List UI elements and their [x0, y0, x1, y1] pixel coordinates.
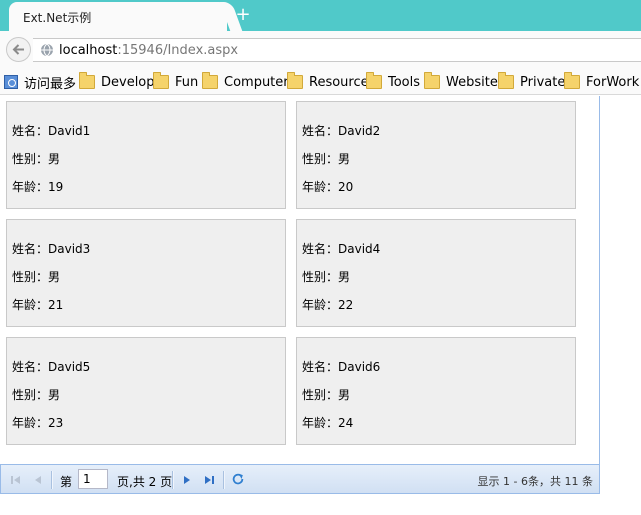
person-name: 姓名：David3: [12, 242, 91, 256]
navigation-bar: localhost:15946/Index.aspx: [0, 31, 641, 68]
bookmark-label: Resource: [309, 74, 369, 90]
person-name: 姓名：David4: [302, 242, 381, 256]
url-path: :15946/Index.aspx: [117, 43, 239, 58]
most-visited-icon: [4, 75, 18, 89]
refresh-icon[interactable]: [231, 472, 245, 486]
bookmark-fun[interactable]: Fun: [153, 72, 199, 91]
person-gender: 性别：男: [12, 152, 61, 166]
bookmark-label: Website: [446, 74, 498, 90]
paging-toolbar: 第 页,共 2 页 显示 1 - 6条，共 11 条: [0, 464, 600, 494]
address-bar[interactable]: localhost:15946/Index.aspx: [33, 38, 641, 62]
tab-title: Ext.Net示例: [23, 11, 92, 25]
last-page-icon[interactable]: [202, 473, 216, 487]
bookmark-label: Computer: [224, 74, 289, 90]
person-card[interactable]: 姓名：David3 性别：男 年龄：21: [6, 219, 286, 327]
person-age: 年龄：21: [12, 298, 64, 312]
person-gender: 性别：男: [302, 270, 351, 284]
bookmark-label: ForWork: [586, 74, 640, 90]
person-card[interactable]: 姓名：David4 性别：男 年龄：22: [296, 219, 576, 327]
bookmark-tools[interactable]: Tools: [366, 72, 421, 91]
bookmark-label: Tools: [388, 74, 421, 90]
bookmark-forwork[interactable]: ForWork: [564, 72, 640, 91]
person-age: 年龄：24: [302, 416, 354, 430]
person-age: 年龄：22: [302, 298, 354, 312]
back-button[interactable]: [6, 37, 31, 62]
toolbar-separator: [172, 471, 174, 489]
page-prefix-label: 第: [60, 475, 73, 489]
folder-icon: [498, 72, 514, 89]
folder-icon: [366, 72, 382, 89]
person-gender: 性别：男: [12, 270, 61, 284]
page-total-label: 页,共 2 页: [117, 475, 173, 489]
person-name: 姓名：David6: [302, 360, 381, 374]
previous-page-icon[interactable]: [31, 473, 45, 487]
globe-icon: [41, 43, 53, 57]
person-card[interactable]: 姓名：David6 性别：男 年龄：24: [296, 337, 576, 445]
first-page-icon[interactable]: [9, 473, 23, 487]
url-host: localhost: [59, 43, 118, 58]
person-name: 姓名：David5: [12, 360, 91, 374]
browser-tab-strip: Ext.Net示例 +: [0, 0, 641, 31]
paging-display-info: 显示 1 - 6条，共 11 条: [477, 475, 593, 488]
data-view-panel: 姓名：David1 性别：男 年龄：19 姓名：David2 性别：男 年龄：2…: [0, 96, 600, 464]
person-card[interactable]: 姓名：David1 性别：男 年龄：19: [6, 101, 286, 209]
bookmark-website[interactable]: Website: [424, 72, 498, 91]
bookmark-private[interactable]: Private: [498, 72, 566, 91]
person-card[interactable]: 姓名：David5 性别：男 年龄：23: [6, 337, 286, 445]
bookmark-computer[interactable]: Computer: [202, 72, 289, 91]
person-card[interactable]: 姓名：David2 性别：男 年龄：20: [296, 101, 576, 209]
bookmark-label: Develop: [101, 74, 155, 90]
person-age: 年龄：19: [12, 180, 64, 194]
folder-icon: [564, 72, 580, 89]
page-number-input[interactable]: [78, 469, 108, 489]
folder-icon: [79, 72, 95, 89]
bookmark-resource[interactable]: Resource: [287, 72, 369, 91]
person-gender: 性别：男: [12, 388, 61, 402]
bookmark-develop[interactable]: Develop: [79, 72, 155, 91]
bookmark-label: Private: [520, 74, 566, 90]
person-gender: 性别：男: [302, 388, 351, 402]
folder-icon: [153, 72, 169, 89]
bookmark-label: 访问最多: [24, 76, 77, 92]
next-page-icon[interactable]: [180, 473, 194, 487]
toolbar-separator: [51, 471, 53, 489]
person-gender: 性别：男: [302, 152, 351, 166]
person-name: 姓名：David1: [12, 124, 91, 138]
folder-icon: [424, 72, 440, 89]
browser-tab[interactable]: Ext.Net示例: [9, 2, 227, 31]
bookmarks-bar: 访问最多 Develop Fun Computer Resource Tools…: [0, 68, 641, 95]
url-text: localhost:15946/Index.aspx: [59, 43, 238, 58]
person-age: 年龄：20: [302, 180, 354, 194]
bookmark-label: Fun: [175, 74, 199, 90]
folder-icon: [202, 72, 218, 89]
new-tab-icon[interactable]: +: [234, 6, 252, 24]
person-name: 姓名：David2: [302, 124, 381, 138]
bookmark-most-visited[interactable]: 访问最多: [4, 73, 77, 92]
back-arrow-icon: [12, 44, 24, 55]
folder-icon: [287, 72, 303, 89]
toolbar-separator: [223, 471, 225, 489]
person-age: 年龄：23: [12, 416, 64, 430]
